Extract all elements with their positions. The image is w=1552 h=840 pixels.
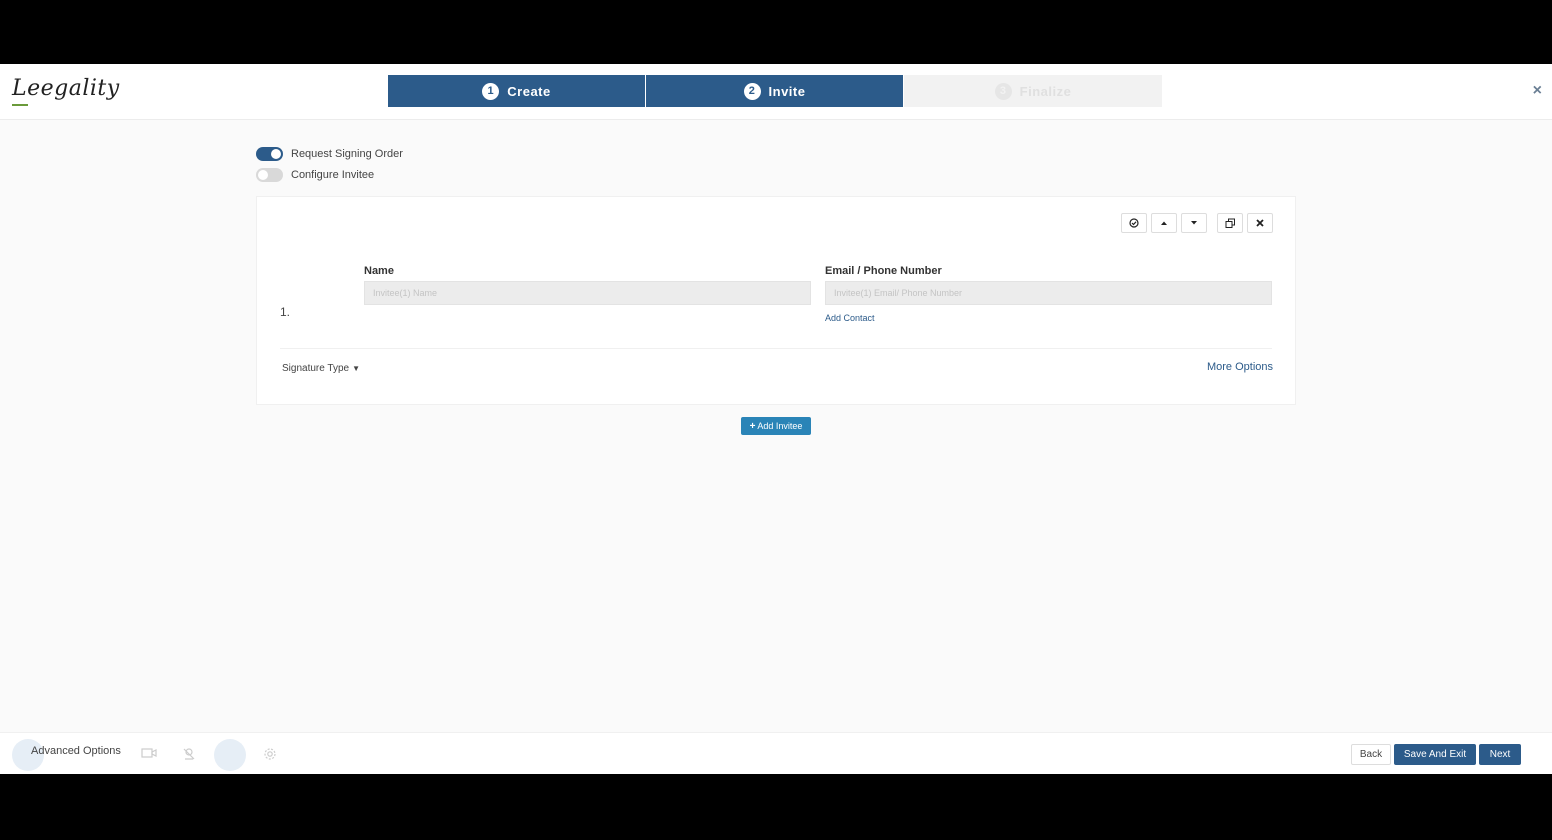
save-and-exit-button[interactable]: Save And Exit xyxy=(1394,744,1476,765)
name-label: Name xyxy=(364,265,394,277)
card-divider xyxy=(280,348,1272,349)
signing-order-row: Request Signing Order xyxy=(256,147,403,161)
header: Leegality 1 Create 2 Invite 3 Finalize × xyxy=(0,64,1552,120)
name-input[interactable] xyxy=(364,281,811,305)
caret-down-icon: ▼ xyxy=(352,364,361,373)
step-label: Create xyxy=(507,83,551,99)
signature-type-dropdown[interactable]: Signature Type ▼ xyxy=(282,363,360,374)
plus-icon: + xyxy=(749,420,756,432)
step-label: Invite xyxy=(768,83,806,99)
add-invitee-button[interactable]: + Add Invitee xyxy=(741,417,811,435)
toggle-knob xyxy=(258,170,268,180)
close-icon[interactable]: × xyxy=(1533,82,1542,100)
invitee-toolbar xyxy=(1121,213,1273,233)
logo-text: Leegality xyxy=(12,76,120,101)
highlight-circle xyxy=(214,739,246,771)
invitee-index: 1. xyxy=(280,305,291,319)
step-number: 2 xyxy=(743,82,761,100)
stamp-icon[interactable] xyxy=(182,747,196,764)
configure-invitee-row: Configure Invitee xyxy=(256,168,374,182)
step-number: 1 xyxy=(482,82,500,100)
signing-order-label: Request Signing Order xyxy=(291,148,403,160)
gear-icon[interactable] xyxy=(263,747,277,764)
move-down-icon[interactable] xyxy=(1181,213,1207,233)
add-contact-link[interactable]: Add Contact xyxy=(825,313,875,323)
invitee-card: 1. Name Email / Phone Number Add Contact… xyxy=(256,196,1296,405)
copy-icon[interactable] xyxy=(1217,213,1243,233)
logo-tick xyxy=(12,104,28,106)
back-button[interactable]: Back xyxy=(1351,744,1391,765)
email-label: Email / Phone Number xyxy=(825,265,942,277)
move-up-icon[interactable] xyxy=(1151,213,1177,233)
step-number: 3 xyxy=(994,82,1012,100)
toggle-knob xyxy=(271,149,281,159)
check-circle-icon[interactable] xyxy=(1121,213,1147,233)
more-options-link[interactable]: More Options xyxy=(1207,361,1273,373)
logo: Leegality xyxy=(12,76,120,106)
configure-invitee-toggle[interactable] xyxy=(256,168,283,182)
advanced-options-button[interactable]: Advanced Options xyxy=(31,745,121,757)
next-button[interactable]: Next xyxy=(1479,744,1521,765)
footer: Advanced Options Back Save And Exit Next xyxy=(0,732,1552,774)
signature-type-label: Signature Type xyxy=(282,363,350,374)
step-create[interactable]: 1 Create xyxy=(388,75,646,107)
step-finalize[interactable]: 3 Finalize xyxy=(904,75,1162,107)
add-invitee-label: Add Invitee xyxy=(757,421,803,431)
email-phone-input[interactable] xyxy=(825,281,1272,305)
video-camera-icon[interactable] xyxy=(141,747,157,762)
stepper: 1 Create 2 Invite 3 Finalize xyxy=(388,75,1162,107)
app-frame: Leegality 1 Create 2 Invite 3 Finalize ×… xyxy=(0,64,1552,774)
configure-invitee-label: Configure Invitee xyxy=(291,169,375,181)
signing-order-toggle[interactable] xyxy=(256,147,283,161)
delete-icon[interactable] xyxy=(1247,213,1273,233)
step-invite[interactable]: 2 Invite xyxy=(646,75,904,107)
step-label: Finalize xyxy=(1019,83,1072,99)
